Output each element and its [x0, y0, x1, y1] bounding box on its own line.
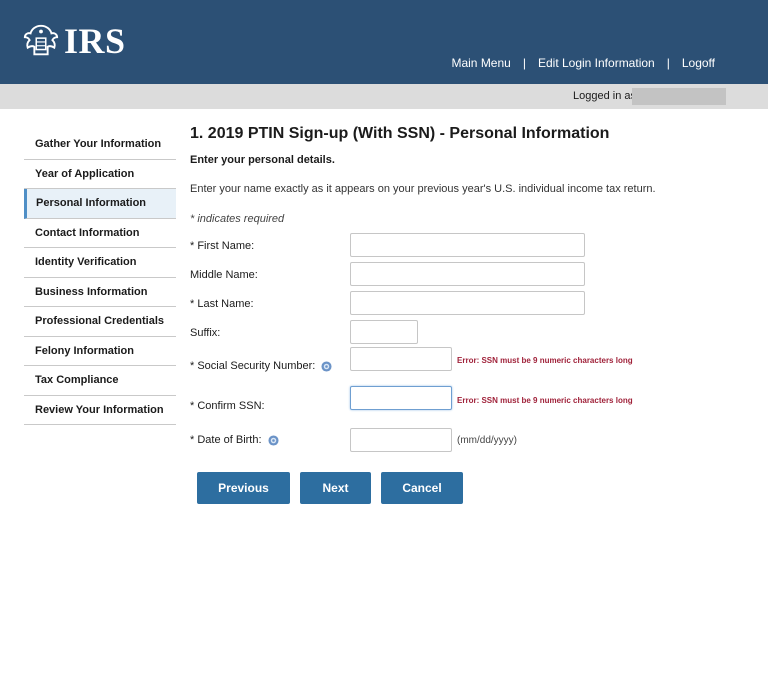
- next-button[interactable]: Next: [300, 472, 371, 504]
- sidebar-item-contact-information[interactable]: Contact Information: [24, 219, 176, 248]
- help-icon[interactable]: [321, 360, 332, 372]
- suffix-label-text: Suffix:: [190, 327, 221, 339]
- logo-text: IRS: [64, 21, 126, 61]
- sidebar-item-identity-verification[interactable]: Identity Verification: [24, 248, 176, 278]
- sidebar-item-professional-credentials[interactable]: Professional Credentials: [24, 307, 176, 337]
- page-title: 1. 2019 PTIN Sign-up (With SSN) - Person…: [190, 125, 610, 142]
- sidebar-item-tax-compliance[interactable]: Tax Compliance: [24, 366, 176, 396]
- first-name-field[interactable]: [350, 233, 585, 257]
- previous-button[interactable]: Previous: [197, 472, 290, 504]
- confirm-ssn-error-message: Error: SSN must be 9 numeric characters …: [457, 396, 633, 405]
- confirm-ssn-field[interactable]: [350, 386, 452, 410]
- main-menu-link[interactable]: Main Menu: [451, 56, 510, 70]
- ssn-field[interactable]: [350, 347, 452, 371]
- ssn-label-text: * Social Security Number:: [190, 360, 316, 372]
- help-icon[interactable]: [268, 434, 279, 446]
- irs-logo[interactable]: IRS: [22, 22, 126, 60]
- required-note: * indicates required: [190, 213, 285, 225]
- first-name-label: * First Name:: [190, 240, 254, 252]
- cancel-button[interactable]: Cancel: [381, 472, 463, 504]
- top-navigation: Main Menu | Edit Login Information | Log…: [451, 56, 715, 70]
- step-sidebar: Gather Your Information Year of Applicat…: [24, 130, 176, 425]
- instructions-text: Enter your name exactly as it appears on…: [190, 183, 656, 195]
- irs-eagle-logo-icon: [23, 24, 59, 56]
- ssn-error-message: Error: SSN must be 9 numeric characters …: [457, 356, 633, 365]
- suffix-label: Suffix:: [190, 327, 220, 339]
- middle-name-label: Middle Name:: [190, 269, 258, 281]
- login-status-bar: Logged in as: [0, 84, 768, 109]
- first-name-label-text: * First Name:: [190, 240, 255, 252]
- sidebar-item-felony-information[interactable]: Felony Information: [24, 337, 176, 366]
- dob-format-hint: (mm/dd/yyyy): [457, 435, 517, 446]
- last-name-label-text: * Last Name:: [190, 298, 254, 310]
- dob-label: * Date of Birth:: [190, 434, 279, 446]
- redacted-username: [632, 88, 726, 105]
- last-name-field[interactable]: [350, 291, 585, 315]
- middle-name-label-text: Middle Name:: [190, 269, 258, 281]
- middle-name-field[interactable]: [350, 262, 585, 286]
- logged-in-label: Logged in as: [573, 90, 636, 102]
- suffix-field[interactable]: [350, 320, 418, 344]
- sidebar-item-gather-your-information[interactable]: Gather Your Information: [24, 130, 176, 160]
- sidebar-item-review-your-information[interactable]: Review Your Information: [24, 396, 176, 425]
- logoff-link[interactable]: Logoff: [682, 56, 715, 70]
- confirm-ssn-label: * Confirm SSN:: [190, 400, 265, 412]
- nav-separator: |: [522, 56, 526, 70]
- sidebar-item-business-information[interactable]: Business Information: [24, 278, 176, 307]
- main-content: 1. 2019 PTIN Sign-up (With SSN) - Person…: [190, 124, 750, 452]
- dob-label-text: * Date of Birth:: [190, 434, 262, 446]
- sidebar-item-personal-information[interactable]: Personal Information: [24, 189, 176, 219]
- page-subtitle: Enter your personal details.: [190, 154, 335, 166]
- last-name-label: * Last Name:: [190, 298, 254, 310]
- ssn-label: * Social Security Number:: [190, 360, 332, 372]
- site-header: IRS Main Menu | Edit Login Information |…: [0, 0, 768, 84]
- edit-login-link[interactable]: Edit Login Information: [538, 56, 655, 70]
- confirm-ssn-label-text: * Confirm SSN:: [190, 400, 265, 412]
- sidebar-item-year-of-application[interactable]: Year of Application: [24, 160, 176, 189]
- nav-separator: |: [666, 56, 670, 70]
- dob-field[interactable]: [350, 428, 452, 452]
